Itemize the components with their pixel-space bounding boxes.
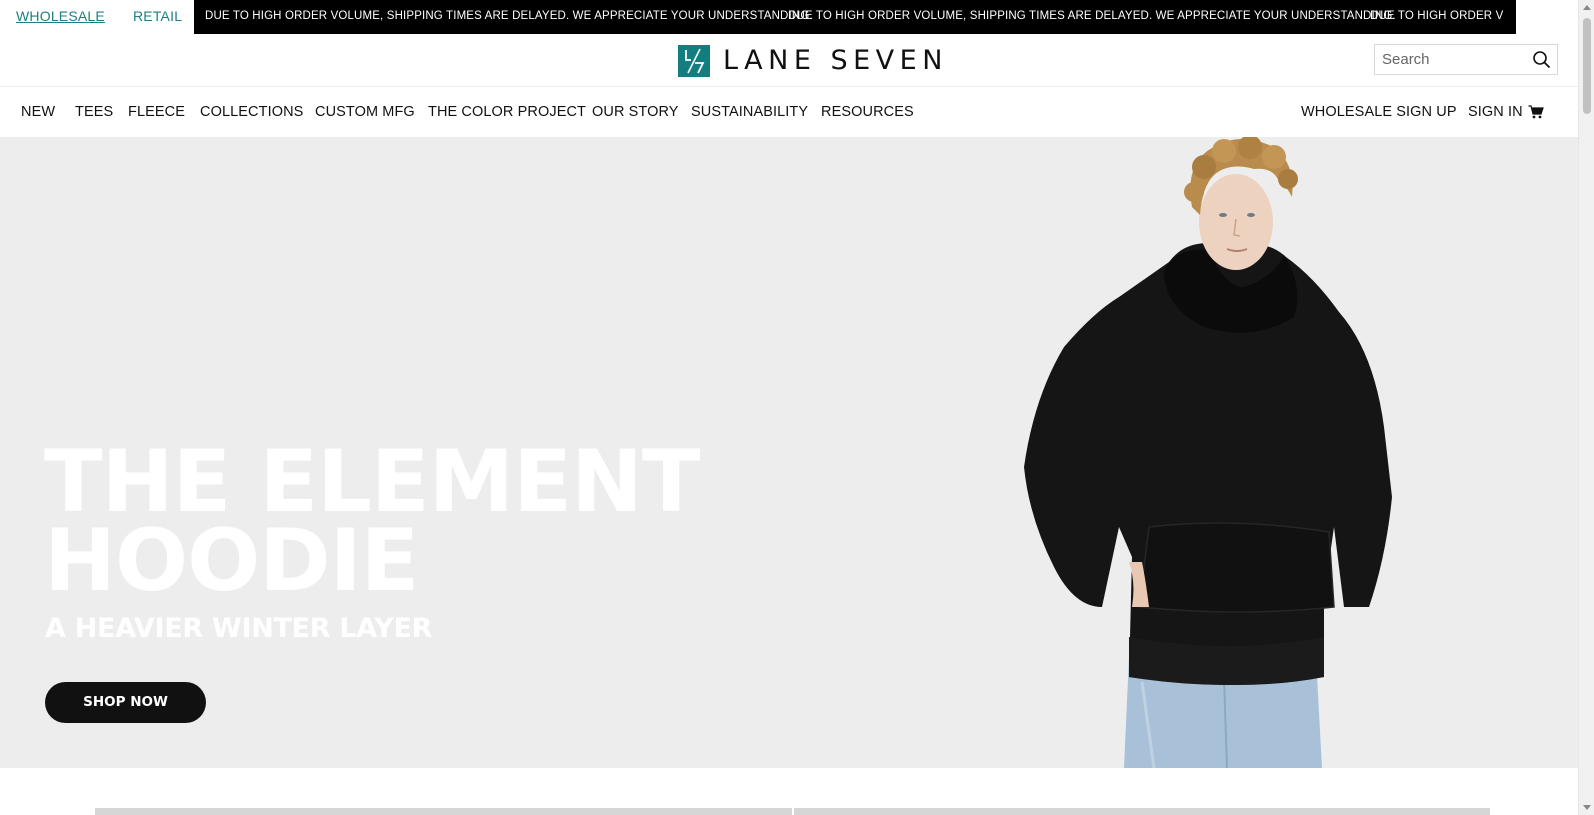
nav-item-tees[interactable]: TEES bbox=[75, 88, 113, 137]
scrollbar-thumb[interactable] bbox=[1583, 18, 1591, 114]
shop-now-button[interactable]: SHOP NOW bbox=[45, 682, 206, 723]
nav-item-new[interactable]: NEW bbox=[21, 88, 55, 137]
hero-title-line-2: HOODIE bbox=[44, 511, 419, 611]
content-section bbox=[0, 768, 1578, 815]
retail-link[interactable]: RETAIL bbox=[133, 0, 182, 34]
nav-item-sustainability[interactable]: SUSTAINABILITY bbox=[691, 88, 808, 137]
wholesale-link[interactable]: WHOLESALE bbox=[16, 0, 105, 34]
category-tile[interactable] bbox=[95, 808, 792, 815]
brand-name: LANE SEVEN bbox=[723, 45, 948, 76]
header: LANE SEVEN bbox=[0, 34, 1578, 87]
nav-item-resources[interactable]: RESOURCES bbox=[821, 88, 914, 137]
page-scrollbar[interactable] bbox=[1578, 0, 1594, 815]
nav-item-fleece[interactable]: FLEECE bbox=[128, 88, 185, 137]
hero-title: THE ELEMENT HOODIE bbox=[44, 439, 701, 611]
announcement-text-partial: DUE TO HIGH ORDER V bbox=[1370, 10, 1504, 22]
brand-logo-mark bbox=[678, 45, 710, 77]
sign-in-link[interactable]: SIGN IN bbox=[1468, 88, 1523, 137]
main-nav: NEW TEES FLEECE COLLECTIONS CUSTOM MFG T… bbox=[0, 88, 1578, 137]
hero-model-image bbox=[1024, 137, 1392, 768]
category-tile[interactable] bbox=[794, 808, 1490, 815]
page: WHOLESALE RETAIL DUE TO HIGH ORDER VOLUM… bbox=[0, 0, 1578, 815]
cart-icon[interactable] bbox=[1528, 104, 1544, 120]
nav-item-the-color-project[interactable]: THE COLOR PROJECT bbox=[428, 88, 586, 137]
hero-banner: THE ELEMENT HOODIE A HEAVIER WINTER LAYE… bbox=[0, 137, 1578, 768]
announcement-text: DUE TO HIGH ORDER VOLUME, SHIPPING TIMES… bbox=[205, 10, 813, 22]
search-icon[interactable] bbox=[1532, 50, 1551, 69]
announcement-ticker: DUE TO HIGH ORDER VOLUME, SHIPPING TIMES… bbox=[194, 0, 1516, 34]
announcement-text: DUE TO HIGH ORDER VOLUME, SHIPPING TIMES… bbox=[788, 10, 1396, 22]
wholesale-signup-link[interactable]: WHOLESALE SIGN UP bbox=[1301, 88, 1457, 137]
search-input[interactable] bbox=[1375, 45, 1525, 74]
nav-item-our-story[interactable]: OUR STORY bbox=[592, 88, 679, 137]
scroll-down-arrow-icon[interactable] bbox=[1583, 803, 1591, 811]
nav-item-collections[interactable]: COLLECTIONS bbox=[200, 88, 303, 137]
scroll-up-arrow-icon[interactable] bbox=[1583, 4, 1591, 12]
brand-logo[interactable]: LANE SEVEN bbox=[678, 45, 948, 77]
top-bar: WHOLESALE RETAIL DUE TO HIGH ORDER VOLUM… bbox=[0, 0, 1578, 34]
search-box bbox=[1374, 44, 1558, 75]
hero-subtitle: A HEAVIER WINTER LAYER bbox=[45, 613, 433, 644]
nav-item-custom-mfg[interactable]: CUSTOM MFG bbox=[315, 88, 415, 137]
